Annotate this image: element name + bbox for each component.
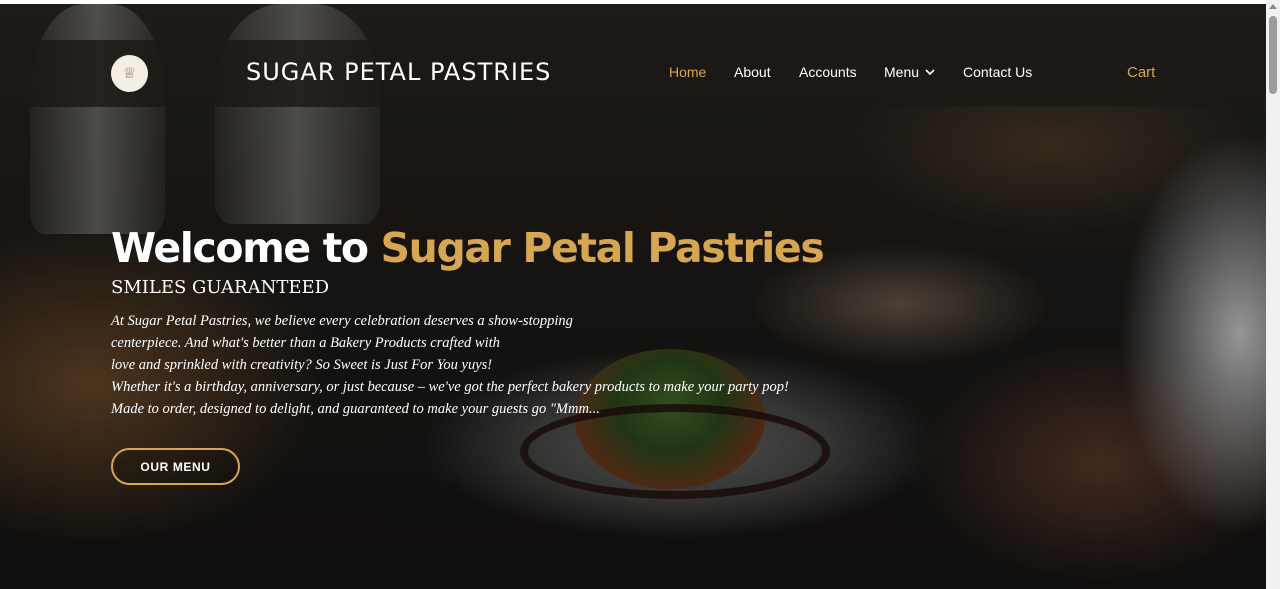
brand-logo[interactable]: ♕ (111, 55, 148, 92)
intro-line: Made to order, designed to delight, and … (111, 401, 600, 417)
hero-tagline: SMILES GUARANTEED (111, 277, 330, 298)
intro-line: centerpiece. And what's better than a Ba… (111, 335, 500, 351)
cart-link[interactable]: Cart (1127, 64, 1155, 81)
intro-line: Whether it's a birthday, anniversary, or… (111, 379, 789, 395)
hero-headline: Welcome to Sugar Petal Pastries (111, 224, 825, 272)
brand-name[interactable]: SUGAR PETAL PASTRIES (246, 58, 551, 86)
nav-menu-dropdown[interactable]: Menu (884, 64, 936, 80)
scroll-thumb[interactable] (1269, 16, 1277, 94)
chevron-down-icon (925, 69, 935, 76)
our-menu-button[interactable]: OUR MENU (111, 448, 240, 485)
cake-stand-icon: ♕ (122, 65, 137, 82)
headline-accent: Sugar Petal Pastries (380, 224, 825, 272)
scroll-up-arrow-icon[interactable] (1269, 4, 1277, 9)
intro-line: At Sugar Petal Pastries, we believe ever… (111, 313, 573, 329)
intro-line: love and sprinkled with creativity? So S… (111, 357, 493, 373)
page-scrollbar[interactable] (1266, 0, 1280, 589)
hero-intro: At Sugar Petal Pastries, we believe ever… (111, 310, 871, 420)
nav-accounts[interactable]: Accounts (799, 64, 857, 80)
nav-home[interactable]: Home (669, 64, 706, 80)
nav-menu-label: Menu (884, 64, 920, 80)
headline-prefix: Welcome to (111, 224, 369, 272)
nav-about[interactable]: About (734, 64, 771, 80)
top-navbar: ♕ SUGAR PETAL PASTRIES Home About Accoun… (0, 40, 1266, 107)
nav-contact-us[interactable]: Contact Us (963, 64, 1032, 80)
